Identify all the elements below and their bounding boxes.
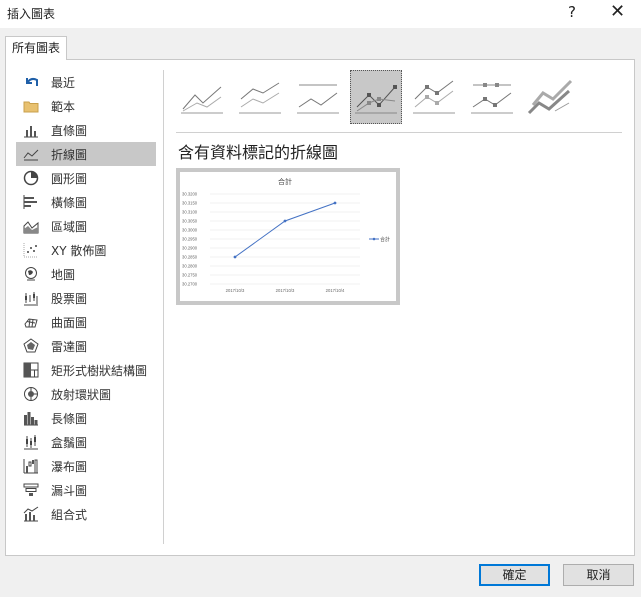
radar-chart-icon [23,338,39,354]
sidebar-item[interactable]: 直條圖 [16,118,156,142]
sidebar-item-label: 圓形圖 [51,171,88,186]
vertical-divider [163,70,164,544]
sidebar-item-label: 瀑布圖 [51,459,88,474]
line-icon[interactable] [176,70,228,124]
map-globe-icon [23,266,39,282]
y-tick-label: 30.2850 [182,255,198,260]
sidebar-item[interactable]: 瀑布圖 [16,454,156,478]
3d-line-icon[interactable] [524,70,576,124]
sidebar-item-label: XY 散佈圖 [51,243,107,258]
y-tick-label: 30.3000 [182,228,198,233]
title-bar: 插入圖表 ? ✕ [0,0,641,28]
x-tick-label: 2017/10/4 [326,288,345,293]
chart-subtype-gallery [176,70,582,126]
sidebar-item-label: 雷達圖 [51,339,88,354]
x-tick-label: 2017/10/3 [226,288,245,293]
y-tick-label: 30.2700 [182,282,198,287]
sidebar-item[interactable]: 橫條圖 [16,190,156,214]
data-point [233,255,237,259]
sidebar-item[interactable]: 最近 [16,70,156,94]
y-tick-label: 30.3200 [182,192,198,197]
pie-chart-icon [23,170,39,186]
close-button[interactable]: ✕ [610,1,625,22]
sidebar-item[interactable]: 盒鬚圖 [16,430,156,454]
y-tick-label: 30.2800 [182,264,198,269]
sidebar-item[interactable]: XY 散佈圖 [16,238,156,262]
stock-chart-icon [23,290,39,306]
stacked-line-with-markers-icon[interactable] [408,70,460,124]
legend-marker [372,237,376,241]
y-tick-label: 30.3150 [182,201,198,206]
sidebar-item-label: 盒鬚圖 [51,435,88,450]
line-with-markers-icon[interactable] [350,70,402,124]
sidebar-item[interactable]: 漏斗圖 [16,478,156,502]
combo-chart-icon [23,506,39,522]
dialog-panel: 最近範本直條圖折線圖圓形圖橫條圖區域圖 XY 散佈圖 地圖股票圖曲面圖雷達圖矩形式樹… [5,59,635,556]
y-tick-label: 30.3100 [182,210,198,215]
sidebar-item[interactable]: 放射環狀圖 [16,382,156,406]
100-stacked-line-icon[interactable] [292,70,344,124]
funnel-icon [23,482,39,498]
sidebar-item-label: 組合式 [51,507,88,522]
waterfall-icon [23,458,39,474]
box-whisker-icon [23,434,39,450]
window-title: 插入圖表 [7,7,56,21]
undo-arrow-icon [23,74,39,90]
sidebar-item[interactable]: 矩形式樹狀結構圖 [16,358,156,382]
sidebar-item-label: 地圖 [51,267,76,282]
sidebar-item-label: 橫條圖 [51,195,88,210]
preview-chart-svg: 合計 30.3200 30.3150 30.3100 30.3050 30.3000 30.… [182,177,390,293]
y-tick-label: 30.2750 [182,273,198,278]
sidebar-item-label: 最近 [51,75,76,90]
column-chart-icon [23,122,39,138]
sidebar-item-label: 放射環狀圖 [51,387,112,402]
sidebar-item[interactable]: 長條圖 [16,406,156,430]
sidebar-item[interactable]: 圓形圖 [16,166,156,190]
sidebar-item-label: 範本 [51,99,76,114]
sidebar-item-label: 區域圖 [51,219,88,234]
sunburst-icon [23,386,39,402]
area-chart-icon [23,218,39,234]
subtype-title: 含有資料標記的折線圖 [178,143,339,162]
sidebar-item[interactable]: 折線圖 [16,142,156,166]
help-button[interactable]: ? [568,3,576,21]
legend-label: 合計 [380,236,390,243]
tab-all-charts[interactable]: 所有圖表 [5,36,67,60]
line-chart-icon [23,146,39,162]
y-tick-label: 30.2900 [182,246,198,251]
chart-type-sidebar: 最近範本直條圖折線圖圓形圖橫條圖區域圖 XY 散佈圖 地圖股票圖曲面圖雷達圖矩形式樹… [16,70,156,526]
sidebar-item[interactable]: 雷達圖 [16,334,156,358]
histogram-icon [23,410,39,426]
surface-chart-icon [23,314,39,330]
horizontal-divider [176,132,622,133]
sidebar-item-label: 折線圖 [51,147,88,162]
treemap-icon [23,362,39,378]
stacked-line-icon[interactable] [234,70,286,124]
scatter-chart-icon [23,242,39,258]
data-point [333,201,337,205]
folder-icon [23,98,39,114]
sidebar-item-label: 長條圖 [51,411,88,426]
y-tick-label: 30.2950 [182,237,198,242]
sidebar-item-label: 直條圖 [51,123,88,138]
sidebar-item[interactable]: 股票圖 [16,286,156,310]
100-stacked-line-with-markers-icon[interactable] [466,70,518,124]
chart-preview[interactable]: 合計 30.3200 30.3150 30.3100 30.3050 30.3000 30.… [176,168,400,305]
bar-chart-icon [23,194,39,210]
preview-chart-title: 合計 [278,177,292,186]
x-tick-label: 2017/10/3 [276,288,295,293]
sidebar-item[interactable]: 組合式 [16,502,156,526]
y-tick-label: 30.3050 [182,219,198,224]
sidebar-item[interactable]: 範本 [16,94,156,118]
sidebar-item-label: 股票圖 [51,291,88,306]
sidebar-item-label: 矩形式樹狀結構圖 [51,363,148,378]
sidebar-item[interactable]: 區域圖 [16,214,156,238]
sidebar-item[interactable]: 地圖 [16,262,156,286]
sidebar-item-label: 漏斗圖 [51,483,88,498]
sidebar-item-label: 曲面圖 [51,315,88,330]
sidebar-item[interactable]: 曲面圖 [16,310,156,334]
cancel-button[interactable]: 取消 [563,564,634,586]
ok-button[interactable]: 確定 [479,564,550,586]
data-point [283,219,287,223]
